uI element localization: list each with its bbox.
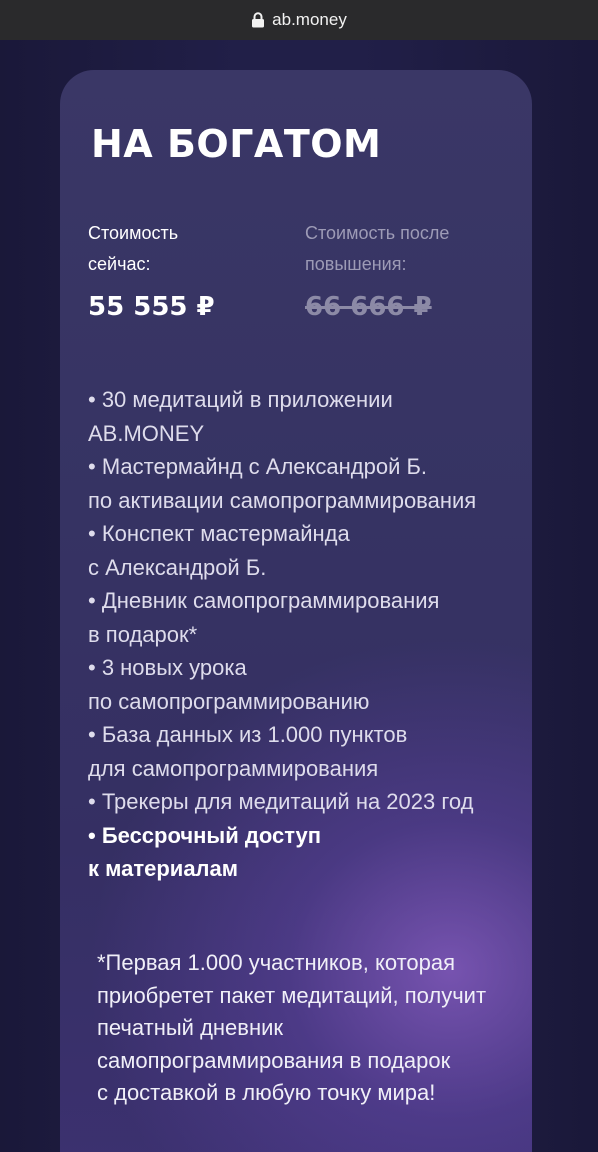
feature-line-bold: • Бессрочный доступ <box>88 822 322 848</box>
feature-line: • База данных из 1.000 пунктов <box>88 722 408 747</box>
footnote-line: приобретет пакет медитаций, получит <box>97 982 487 1008</box>
feature-line: в подарок* <box>88 621 198 647</box>
tariff-card: НА БОГАТОМ Стоимость сейчас: 55 555 ₽ Ст… <box>60 70 532 1152</box>
feature-list: • 30 медитаций в приложении AB.MONEY • М… <box>88 383 528 886</box>
lock-icon <box>251 12 265 28</box>
feature-line: • 30 медитаций в приложении <box>88 387 393 412</box>
footnote-line: с доставкой в любую точку мира! <box>97 1080 436 1105</box>
browser-url[interactable]: ab.money <box>272 10 347 30</box>
feature-line: по самопрограммированию <box>88 688 370 714</box>
feature-line: • Мастермайнд с Александрой Б. <box>88 454 428 479</box>
footnote-line: *Первая 1.000 участников, которая <box>97 950 456 975</box>
feature-line: • Трекеры для медитаций на 2023 год <box>88 789 474 814</box>
feature-line: • 3 новых урока <box>88 655 247 680</box>
feature-line: по активации самопрограммирования <box>88 487 477 513</box>
feature-line: AB.MONEY <box>88 420 205 446</box>
price-after: Стоимость после повышения: 66 666 ₽ <box>305 218 515 322</box>
footnote-line: самопрограммирования в подарок <box>97 1047 451 1073</box>
price-after-label: Стоимость после повышения: <box>305 223 450 274</box>
price-now-label: Стоимость сейчас: <box>88 223 179 274</box>
price-now: Стоимость сейчас: 55 555 ₽ <box>88 218 288 322</box>
feature-line: с Александрой Б. <box>88 554 267 580</box>
footnote-line: печатный дневник <box>97 1015 284 1040</box>
browser-address-bar[interactable]: ab.money <box>0 0 598 40</box>
feature-line: для самопрограммирования <box>88 755 379 781</box>
price-after-value: 66 666 ₽ <box>305 292 432 322</box>
page-content: НА БОГАТОМ Стоимость сейчас: 55 555 ₽ Ст… <box>0 40 598 1152</box>
feature-line: • Дневник самопрограммирования <box>88 588 440 613</box>
feature-line: • Конспект мастермайнда <box>88 521 350 546</box>
feature-line-bold: к материалам <box>88 856 239 881</box>
tariff-title: НА БОГАТОМ <box>91 122 382 166</box>
gift-footnote: *Первая 1.000 участников, которая приобр… <box>97 947 527 1110</box>
price-now-value: 55 555 ₽ <box>88 292 215 322</box>
